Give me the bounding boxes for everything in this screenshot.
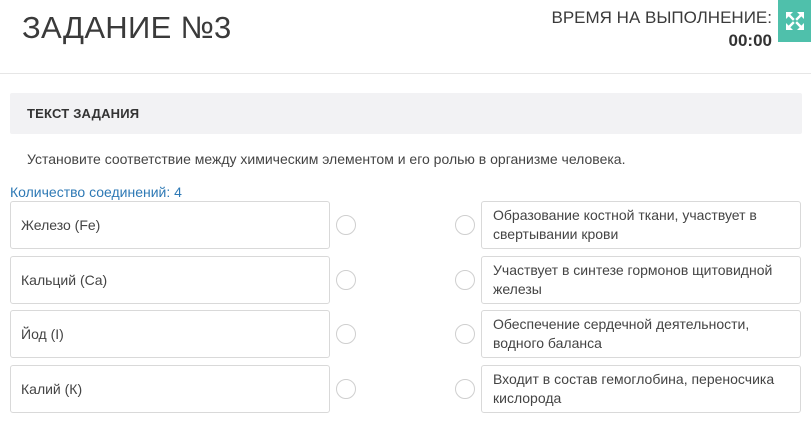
left-connector[interactable] bbox=[336, 324, 356, 344]
header-divider bbox=[0, 73, 811, 74]
left-item-label: Калий (К) bbox=[21, 381, 83, 397]
left-item[interactable]: Кальций (Ca) bbox=[10, 256, 330, 304]
timer-value: 00:00 bbox=[728, 31, 772, 50]
connections-count: Количество соединений: 4 bbox=[10, 184, 182, 200]
task-section-header: ТЕКСТ ЗАДАНИЯ bbox=[10, 93, 802, 134]
left-connector[interactable] bbox=[336, 270, 356, 290]
right-connector[interactable] bbox=[455, 379, 475, 399]
right-connector[interactable] bbox=[455, 270, 475, 290]
left-item-label: Йод (I) bbox=[21, 326, 64, 342]
expand-arrows-icon bbox=[785, 12, 804, 30]
left-connector[interactable] bbox=[336, 379, 356, 399]
right-item-label: Обеспечение сердечной деятельности, водн… bbox=[493, 316, 750, 351]
right-item-label: Образование костной ткани, участвует в с… bbox=[493, 207, 757, 242]
right-item[interactable]: Входит в состав гемоглобина, переносчика… bbox=[481, 365, 801, 413]
fullscreen-button[interactable] bbox=[778, 0, 811, 42]
left-item[interactable]: Железо (Fe) bbox=[10, 201, 330, 249]
left-item[interactable]: Калий (К) bbox=[10, 365, 330, 413]
left-item-label: Кальций (Ca) bbox=[21, 272, 108, 288]
right-connector[interactable] bbox=[455, 215, 475, 235]
right-item-label: Входит в состав гемоглобина, переносчика… bbox=[493, 371, 775, 406]
right-item-label: Участвует в синтезе гормонов щитовидной … bbox=[493, 262, 773, 297]
right-item[interactable]: Обеспечение сердечной деятельности, водн… bbox=[481, 310, 801, 358]
left-item-label: Железо (Fe) bbox=[21, 217, 101, 233]
left-item[interactable]: Йод (I) bbox=[10, 310, 330, 358]
task-text: Установите соответствие между химическим… bbox=[27, 151, 626, 167]
right-item[interactable]: Участвует в синтезе гормонов щитовидной … bbox=[481, 256, 801, 304]
timer-label: ВРЕМЯ НА ВЫПОЛНЕНИЕ: bbox=[551, 8, 773, 27]
right-connector[interactable] bbox=[455, 324, 475, 344]
right-item[interactable]: Образование костной ткани, участвует в с… bbox=[481, 201, 801, 249]
left-connector[interactable] bbox=[336, 215, 356, 235]
task-section-title: ТЕКСТ ЗАДАНИЯ bbox=[27, 106, 140, 121]
task-title: ЗАДАНИЕ №3 bbox=[22, 10, 232, 45]
